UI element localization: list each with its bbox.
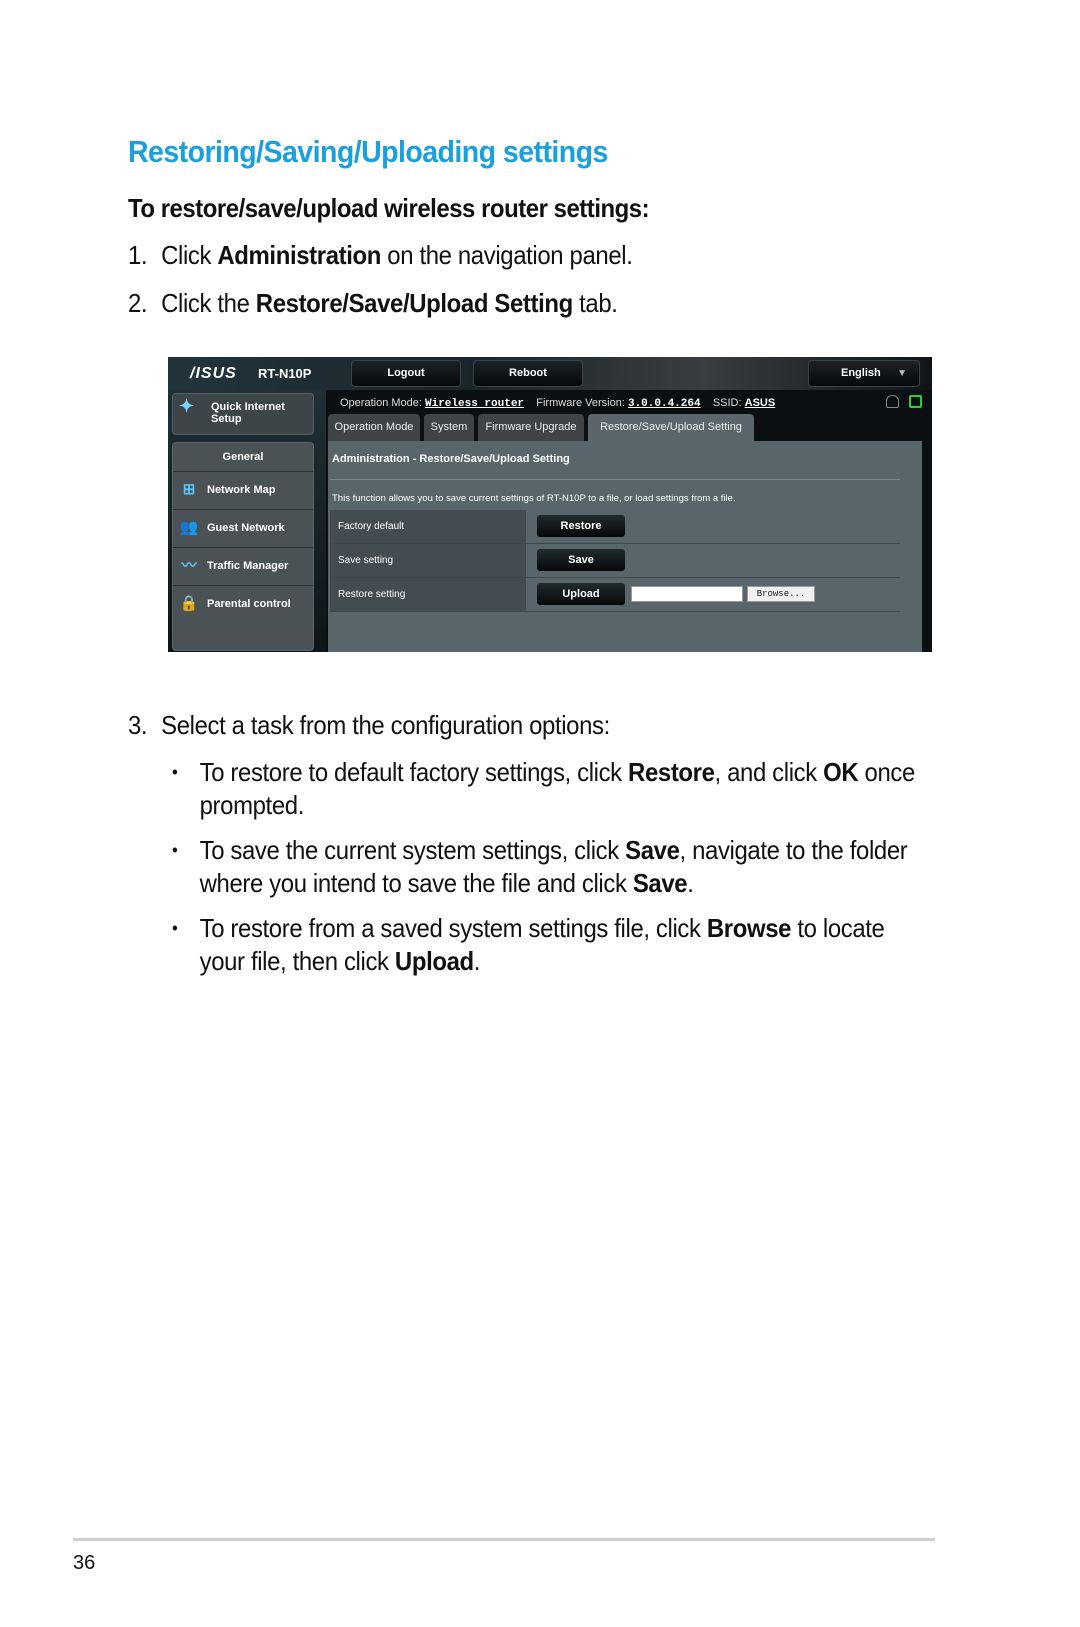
bullet-item: • To restore from a saved system setting… [172, 912, 926, 978]
upload-button[interactable]: Upload [537, 583, 625, 605]
router-sidebar: ✦ Quick Internet Setup General ⊞ Network… [168, 390, 326, 652]
nav-group-title: General [173, 443, 313, 472]
tab-operation-mode[interactable]: Operation Mode [328, 414, 420, 441]
reboot-button[interactable]: Reboot [473, 360, 583, 387]
bullet-item: • To restore to default factory settings… [172, 756, 926, 822]
status-line: Operation Mode: Wireless router Firmware… [340, 391, 932, 415]
router-ui-screenshot: /ISUS RT-N10P Logout Reboot English ▼ ✦ … [168, 357, 932, 652]
divider [330, 479, 900, 480]
procedure-heading: To restore/save/upload wireless router s… [128, 193, 650, 223]
step-1: 1. Click Administration on the navigation… [128, 240, 633, 271]
lock-icon: 🔒 [179, 595, 199, 612]
sidebar-item-label: Network Map [207, 484, 276, 496]
panel-title: Administration - Restore/Save/Upload Set… [332, 453, 570, 465]
step-text: Select a task from the configuration opt… [161, 710, 610, 740]
step-text: Click [161, 240, 218, 270]
tab-firmware-upgrade[interactable]: Firmware Upgrade [478, 414, 584, 441]
sidebar-item-traffic-manager[interactable]: 〰 Traffic Manager [173, 548, 313, 586]
step-3: 3. Select a task from the configuration o… [128, 710, 610, 741]
row-label: Factory default [330, 510, 526, 543]
network-status-icon[interactable] [909, 395, 922, 408]
magic-wand-icon: ✦ [179, 396, 195, 416]
sidebar-item-label: Guest Network [207, 522, 285, 534]
bullet-emphasis: Save [625, 835, 680, 865]
sidebar-item-parental-control[interactable]: 🔒 Parental control [173, 586, 313, 623]
bullet-emphasis: OK [823, 757, 859, 787]
language-value: English [841, 367, 881, 379]
section-title: Restoring/Saving/Uploading settings [128, 134, 608, 169]
op-mode-label: Operation Mode: [340, 397, 422, 409]
network-map-icon: ⊞ [182, 481, 196, 498]
step-text: tab. [572, 288, 618, 318]
tab-restore-save-upload[interactable]: Restore/Save/Upload Setting [588, 414, 754, 441]
sidebar-item-label: Parental control [207, 598, 291, 610]
step-text: on the navigation panel. [381, 240, 633, 270]
bullet-emphasis: Upload [394, 946, 474, 976]
row-cell: Save [527, 544, 900, 577]
bullet-icon: • [172, 840, 178, 860]
screenshot-edge [922, 390, 932, 652]
footer-divider [73, 1538, 935, 1541]
step-number: 1. [128, 240, 148, 270]
sidebar-item-label: Traffic Manager [207, 560, 289, 572]
bullet-text: , and click [714, 757, 824, 787]
ssid-label: SSID: [712, 397, 742, 409]
bullet-emphasis: Restore [628, 757, 715, 787]
nav-group-general: General ⊞ Network Map 👥 Guest Network 〰 … [172, 442, 314, 651]
row-cell: Restore [527, 510, 900, 543]
ssid-link[interactable]: ASUS [745, 397, 776, 409]
bullet-text: To restore from a saved system settings … [199, 913, 707, 943]
firmware-label: Firmware Version: [536, 397, 625, 409]
model-name: RT-N10P [258, 366, 312, 381]
save-button[interactable]: Save [537, 549, 625, 571]
step-number: 3. [128, 710, 148, 740]
page-number: 36 [73, 1552, 96, 1574]
logout-button[interactable]: Logout [351, 360, 461, 387]
table-row: Restore setting Upload Browse... [330, 578, 900, 612]
bullet-text: . [687, 868, 694, 898]
firmware-link[interactable]: 3.0.0.4.264 [628, 398, 701, 410]
bullet-text: To restore to default factory settings, … [199, 757, 629, 787]
step-number: 2. [128, 288, 148, 318]
bullet-text: To save the current system settings, cli… [199, 835, 626, 865]
browse-button[interactable]: Browse... [747, 586, 815, 602]
sidebar-item-guest-network[interactable]: 👥 Guest Network [173, 510, 313, 548]
quick-setup-label: Quick Internet Setup [211, 401, 285, 425]
bullet-item: • To save the current system settings, c… [172, 834, 926, 900]
step-text: Click the [161, 288, 256, 318]
op-mode-link[interactable]: Wireless router [425, 398, 524, 410]
tab-system[interactable]: System [424, 414, 474, 441]
table-row: Factory default Restore [330, 510, 900, 544]
router-top-bar: /ISUS RT-N10P Logout Reboot English ▼ [168, 357, 932, 390]
restore-button[interactable]: Restore [537, 515, 625, 537]
chevron-down-icon: ▼ [897, 368, 907, 379]
panel-description: This function allows you to save current… [332, 493, 736, 504]
clients-icon[interactable] [885, 395, 899, 408]
step-emphasis: Administration [217, 240, 382, 270]
file-path-input[interactable] [631, 586, 743, 602]
asus-logo: /ISUS [190, 365, 237, 382]
step-2: 2. Click the Restore/Save/Upload Setting … [128, 288, 618, 319]
status-icons [880, 395, 922, 413]
step-emphasis: Restore/Save/Upload Setting [255, 288, 573, 318]
bullet-emphasis: Save [632, 868, 688, 898]
table-row: Save setting Save [330, 544, 900, 578]
bullet-icon: • [172, 918, 178, 938]
bullet-text: . [473, 946, 481, 976]
admin-content-panel: Administration - Restore/Save/Upload Set… [328, 441, 932, 652]
quick-internet-setup-button[interactable]: ✦ Quick Internet Setup [172, 393, 314, 435]
row-label: Save setting [330, 544, 526, 577]
guest-network-icon: 👥 [179, 519, 199, 536]
settings-table: Factory default Restore Save setting Sav… [330, 510, 900, 612]
bullet-icon: • [172, 762, 178, 782]
traffic-manager-icon: 〰 [181, 557, 197, 574]
row-label: Restore setting [330, 578, 526, 611]
sidebar-item-network-map[interactable]: ⊞ Network Map [173, 472, 313, 510]
bullet-emphasis: Browse [706, 913, 792, 943]
row-cell: Upload Browse... [527, 578, 900, 611]
language-select[interactable]: English ▼ [808, 360, 920, 387]
